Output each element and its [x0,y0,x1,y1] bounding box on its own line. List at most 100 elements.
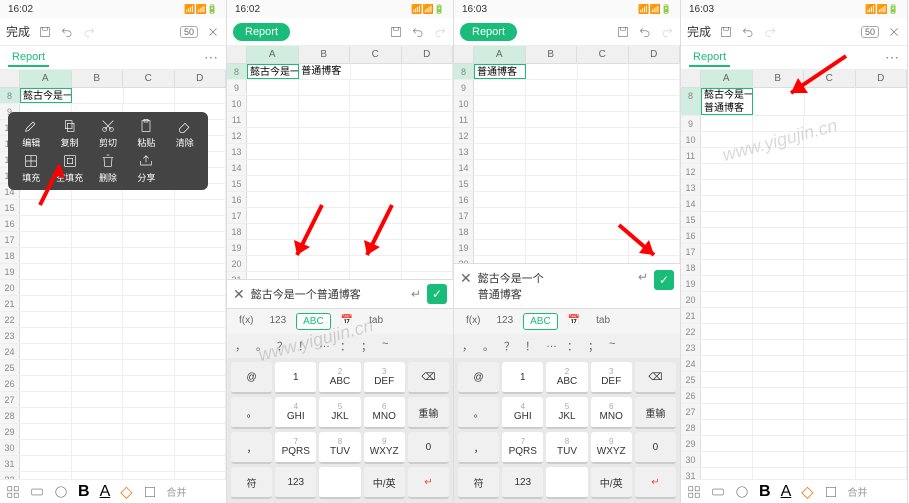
cell[interactable] [804,340,856,355]
cell[interactable] [856,356,908,371]
cell[interactable] [299,144,351,159]
cell[interactable] [72,200,124,215]
cell[interactable] [577,128,629,143]
key-k2[interactable]: 2ABC [319,362,360,394]
key-sym[interactable]: 符 [231,467,272,499]
cell[interactable] [402,224,454,239]
done-button[interactable]: 完成 [687,23,711,40]
cell[interactable] [72,312,124,327]
cell[interactable] [577,256,629,263]
cell[interactable] [299,208,351,223]
cell[interactable] [175,440,227,455]
cell[interactable] [474,160,526,175]
cell[interactable] [804,356,856,371]
key-k4[interactable]: 4GHI [275,397,316,429]
cell[interactable] [350,240,402,255]
cell[interactable] [753,228,805,243]
cell[interactable] [175,312,227,327]
abc-button[interactable]: ABC [296,313,331,330]
cell[interactable] [804,292,856,307]
cell[interactable] [629,112,681,127]
cell[interactable] [175,472,227,479]
key-k1[interactable]: 1 [275,362,316,394]
cell[interactable] [526,240,578,255]
fx-button[interactable]: f(x) [460,313,486,330]
report-button[interactable]: Report [460,23,517,41]
cell[interactable]: 懿古今是一个普通博 [247,64,299,79]
cell[interactable] [629,96,681,111]
cell[interactable] [299,240,351,255]
key-k3[interactable]: 3DEF [364,362,405,394]
cell[interactable] [299,160,351,175]
ctx-edit[interactable]: 编辑 [14,118,48,149]
apps-icon[interactable] [6,485,20,499]
sym-key[interactable]: ， [231,336,250,356]
cell[interactable] [701,116,753,131]
cell[interactable] [629,208,681,223]
cell[interactable] [856,308,908,323]
cell[interactable] [72,392,124,407]
undo-icon[interactable] [741,25,755,39]
cell[interactable] [753,308,805,323]
cell[interactable] [577,240,629,255]
cell[interactable] [701,308,753,323]
undo-icon[interactable] [60,25,74,39]
col-c[interactable]: C [350,46,402,63]
sym-key[interactable]: 。 [479,336,498,356]
cell[interactable] [804,420,856,435]
cell[interactable] [856,132,908,147]
date-icon[interactable]: 📅 [335,313,359,330]
col-a[interactable]: A [247,46,299,63]
cell[interactable] [123,248,175,263]
cell[interactable] [123,328,175,343]
cell[interactable] [526,224,578,239]
key-n0[interactable]: 0 [408,432,449,464]
tab-report[interactable]: Report [689,49,730,67]
ctx-cut[interactable]: 剪切 [91,118,125,149]
cell[interactable] [299,80,351,95]
cell[interactable] [20,280,72,295]
cell[interactable] [701,260,753,275]
key-enter[interactable]: ↵ [635,467,676,499]
cell[interactable] [123,440,175,455]
key-at[interactable]: @ [231,362,272,394]
cell[interactable] [175,88,226,103]
grid[interactable]: 8懿古今是一个普通博普通博客91011121314151617181920212… [227,64,453,279]
cell[interactable] [577,160,629,175]
cell[interactable] [629,144,681,159]
cell[interactable] [299,128,351,143]
cell[interactable] [804,212,856,227]
cell[interactable] [856,116,908,131]
col-a[interactable]: A [20,70,72,87]
sym-key[interactable]: 。 [252,336,271,356]
ctx-delete[interactable]: 删除 [91,153,125,184]
cell[interactable] [804,116,856,131]
cell[interactable] [402,240,454,255]
key-sym[interactable]: 符 [458,467,499,499]
sym-key[interactable]: ？ [273,336,292,356]
key-k5[interactable]: 5JKL [546,397,587,429]
newline-icon[interactable]: ↵ [638,270,648,284]
cell[interactable] [804,308,856,323]
col-b[interactable]: B [72,70,124,87]
cell[interactable] [856,404,908,419]
ctx-fill[interactable]: 填充 [14,153,48,184]
cell[interactable] [123,424,175,439]
cell[interactable] [72,264,124,279]
key-at[interactable]: @ [458,362,499,394]
cell[interactable]: 普通博客 [474,64,526,79]
cell[interactable] [299,272,351,279]
sym-key[interactable]: ， [458,336,477,356]
sym-key[interactable]: ！ [521,336,540,356]
col-d[interactable]: D [856,70,908,87]
cell[interactable] [20,200,72,215]
cell[interactable] [701,388,753,403]
cell[interactable] [402,208,454,223]
cell[interactable] [753,180,805,195]
cell[interactable] [701,340,753,355]
cell[interactable] [701,132,753,147]
cell[interactable] [247,240,299,255]
col-d[interactable]: D [402,46,454,63]
cell[interactable] [175,456,227,471]
cell[interactable] [123,472,175,479]
